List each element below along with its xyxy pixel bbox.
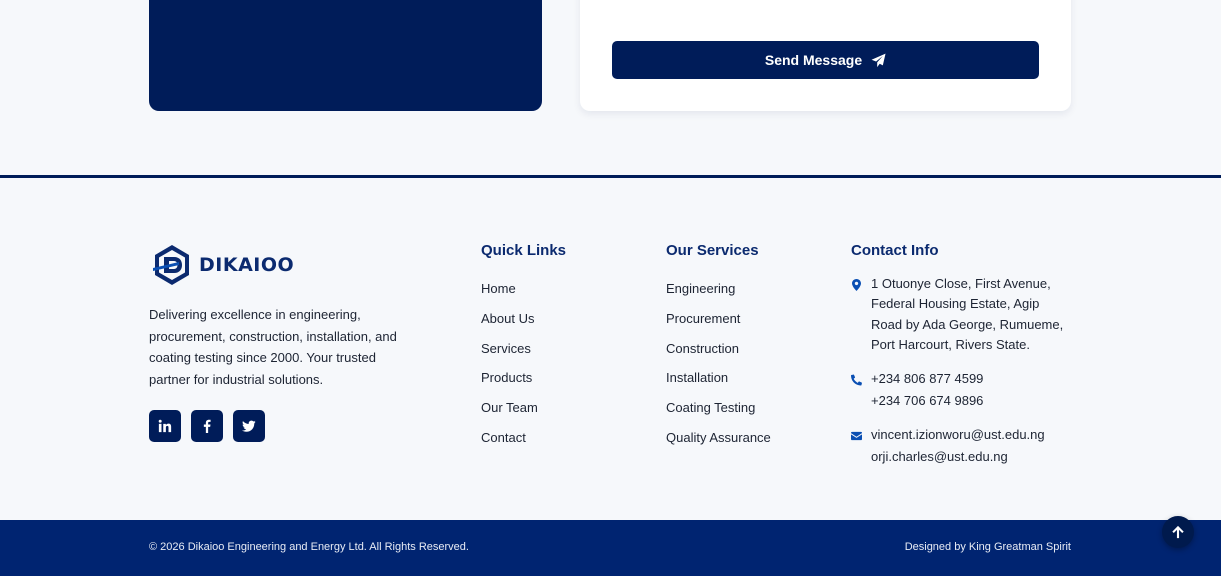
company-logo[interactable]: DIKAIOO xyxy=(149,240,409,290)
address-text: 1 Otuonye Close, First Avenue, Federal H… xyxy=(871,276,1064,352)
quick-link-products[interactable]: Products xyxy=(481,363,566,393)
company-description: Delivering excellence in engineering, pr… xyxy=(149,307,397,387)
phone-number-1[interactable]: +234 806 877 4599 xyxy=(871,368,983,390)
address-row: 1 Otuonye Close, First Avenue, Federal H… xyxy=(851,274,1076,355)
quick-link-home[interactable]: Home xyxy=(481,274,566,304)
quick-links-column: Quick Links Home About Us Services Produ… xyxy=(481,241,566,453)
contact-title: Contact Info xyxy=(851,242,939,259)
quick-link-services[interactable]: Services xyxy=(481,334,566,364)
dikaioo-logo-icon xyxy=(153,245,189,285)
contact-form-card: Send Message xyxy=(580,0,1071,111)
email-address-2[interactable]: orji.charles@ust.edu.ng xyxy=(871,446,1045,468)
services-list: Engineering Procurement Construction Ins… xyxy=(666,274,771,453)
footer-divider xyxy=(0,175,1221,178)
service-link-quality-assurance[interactable]: Quality Assurance xyxy=(666,423,771,453)
social-links xyxy=(149,410,409,442)
arrow-up-icon xyxy=(1172,525,1184,539)
contact-column: Contact Info 1 Otuonye Close, First Aven… xyxy=(851,241,1076,468)
service-link-engineering[interactable]: Engineering xyxy=(666,274,771,304)
logo-text: DIKAIOO xyxy=(199,254,295,276)
services-title: Our Services xyxy=(666,242,759,259)
linkedin-link[interactable] xyxy=(149,410,181,442)
service-link-coating-testing[interactable]: Coating Testing xyxy=(666,393,771,423)
quick-link-team[interactable]: Our Team xyxy=(481,393,566,423)
contact-info-card xyxy=(149,0,542,111)
quick-link-contact[interactable]: Contact xyxy=(481,423,566,453)
twitter-link[interactable] xyxy=(233,410,265,442)
service-link-procurement[interactable]: Procurement xyxy=(666,304,771,334)
facebook-icon xyxy=(203,419,211,433)
back-to-top-button[interactable] xyxy=(1162,516,1194,548)
footer-bottom-bar: © 2026 Dikaioo Engineering and Energy Lt… xyxy=(0,520,1221,576)
services-column: Our Services Engineering Procurement Con… xyxy=(666,241,771,453)
service-link-construction[interactable]: Construction xyxy=(666,334,771,364)
quick-link-about[interactable]: About Us xyxy=(481,304,566,334)
quick-links-title: Quick Links xyxy=(481,242,567,259)
send-message-label: Send Message xyxy=(764,52,863,68)
map-marker-icon xyxy=(852,279,861,291)
email-address-1[interactable]: vincent.izionworu@ust.edu.ng xyxy=(871,424,1045,446)
twitter-icon xyxy=(242,420,256,432)
designed-by-text: Designed by King Greatman Spirit xyxy=(904,541,1071,553)
envelope-icon xyxy=(851,432,862,441)
email-row: vincent.izionworu@ust.edu.ng orji.charle… xyxy=(851,424,1076,468)
footer-brand: DIKAIOO Delivering excellence in enginee… xyxy=(149,240,409,442)
send-message-button[interactable]: Send Message xyxy=(612,41,1039,79)
copyright-text: © 2026 Dikaioo Engineering and Energy Lt… xyxy=(149,541,469,553)
quick-links-list: Home About Us Services Products Our Team… xyxy=(481,274,566,453)
phone-icon xyxy=(851,374,862,386)
paper-plane-icon xyxy=(871,53,886,67)
service-link-installation[interactable]: Installation xyxy=(666,363,771,393)
phone-number-2[interactable]: +234 706 674 9896 xyxy=(871,390,983,412)
phone-row: +234 806 877 4599 +234 706 674 9896 xyxy=(851,368,1076,412)
facebook-link[interactable] xyxy=(191,410,223,442)
linkedin-icon xyxy=(158,419,172,433)
